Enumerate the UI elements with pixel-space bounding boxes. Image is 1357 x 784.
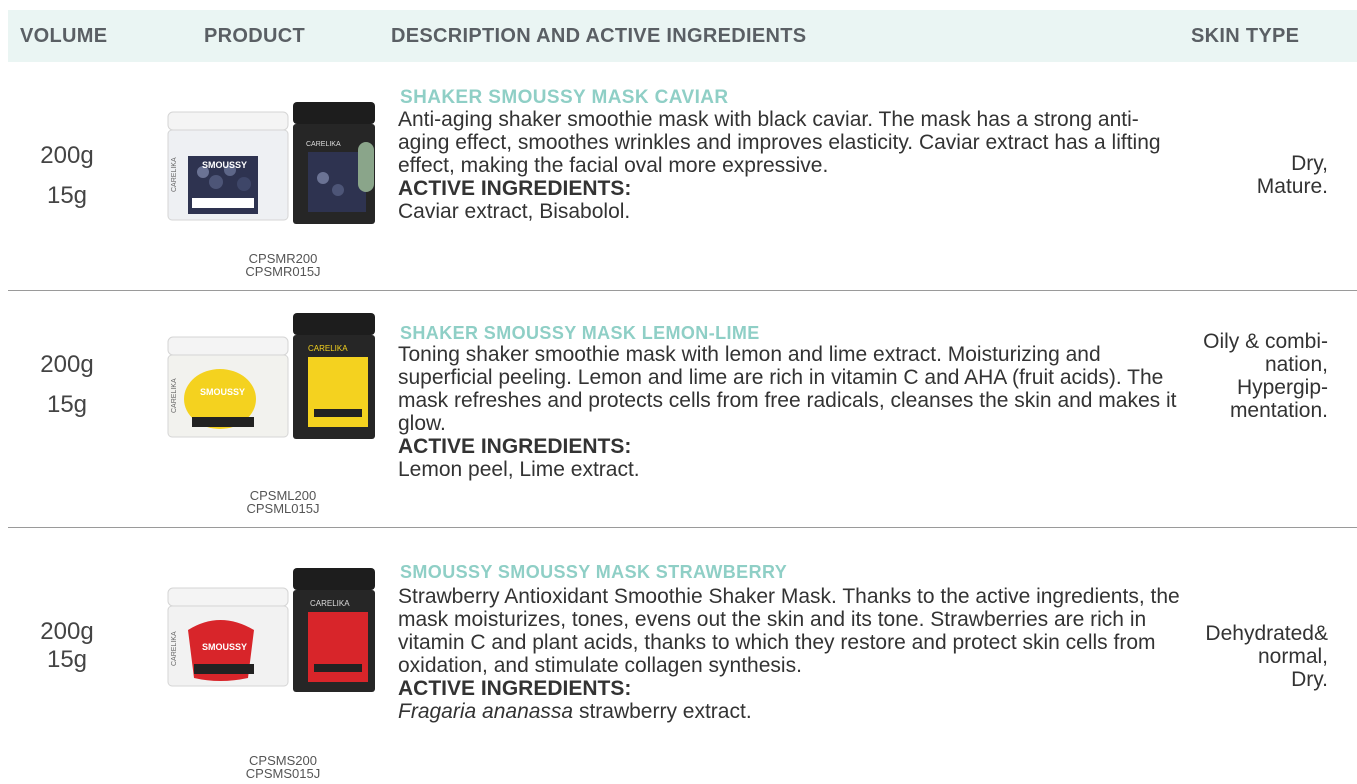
skin-type-line: normal, xyxy=(1257,645,1328,668)
product-description: Toning shaker smoothie mask with lemon a… xyxy=(398,343,1188,481)
skin-type-line: Dry. xyxy=(1291,668,1328,691)
active-ingredients-label: ACTIVE INGREDIENTS: xyxy=(398,677,632,700)
jar-brand-small-text: CARELIKA xyxy=(306,141,341,148)
product-row-caviar: 200g 15g CARELIKA SMOUSSY CARELIKA CPSMR… xyxy=(8,62,1357,290)
product-image-strawberry: CARELIKA SMOUSSY CARELIKA xyxy=(158,566,408,696)
product-description: Anti-aging shaker smoothie mask with bla… xyxy=(398,108,1188,223)
active-ingredients-label: ACTIVE INGREDIENTS: xyxy=(398,435,632,458)
header-description: DESCRIPTION AND ACTIVE INGREDIENTS xyxy=(391,25,807,47)
skin-type-cell: Dehydrated& normal, Dry. xyxy=(1138,622,1328,691)
skin-type-line: mentation. xyxy=(1229,399,1328,422)
product-title: SMOUSSY SMOUSSY MASK STRAWBERRY xyxy=(400,562,788,582)
product-code-015: CPSMS015J xyxy=(245,766,321,781)
active-ingredients-text: Lemon peel, Lime extract. xyxy=(398,458,640,481)
skin-type-cell: Dry, Mature. xyxy=(1138,152,1328,198)
volume-large: 200g xyxy=(40,351,94,378)
product-image-lemon-lime: CARELIKA SMOUSSY CARELIKA xyxy=(158,313,408,443)
skin-type-line: Dehydrated& xyxy=(1205,622,1328,645)
header-product: PRODUCT xyxy=(204,25,305,47)
active-ingredient-rest: strawberry extract. xyxy=(573,700,752,723)
description-text: Strawberry Antioxidant Smoothie Shaker M… xyxy=(398,585,1180,677)
description-text: Toning shaker smoothie mask with lemon a… xyxy=(398,343,1177,435)
product-codes: CPSMS200 CPSMS015J xyxy=(183,754,383,780)
product-row-lemon-lime: 200g 15g CARELIKA SMOUSSY CARELIKA CPSML… xyxy=(8,291,1357,527)
jar-brand-text: CARELIKA xyxy=(171,631,178,666)
jar-name-text: SMOUSSY xyxy=(202,160,247,170)
active-ingredients-text: Caviar extract, Bisabolol. xyxy=(398,200,631,223)
product-row-strawberry: 200g 15g CARELIKA SMOUSSY CARELIKA CPSMS… xyxy=(8,528,1357,784)
product-title: SHAKER SMOUSSY MASK LEMON-LIME xyxy=(400,323,760,343)
active-ingredients-label: ACTIVE INGREDIENTS: xyxy=(398,177,632,200)
table-header: VOLUME PRODUCT DESCRIPTION AND ACTIVE IN… xyxy=(8,10,1357,62)
volume-cell: 200g 15g xyxy=(8,345,126,425)
jar-brand-small-text: CARELIKA xyxy=(308,344,348,353)
product-code-015: CPSMR015J xyxy=(245,264,321,279)
volume-small: 15g xyxy=(46,182,88,209)
active-ingredient-latin: Fragaria ananassa xyxy=(398,700,574,723)
volume-cell: 200g 15g xyxy=(8,618,126,674)
active-ingredients-text: Fragaria ananassa strawberry extract. xyxy=(398,700,1188,723)
description-text: Anti-aging shaker smoothie mask with bla… xyxy=(398,108,1161,177)
jar-brand-small-text: CARELIKA xyxy=(310,599,350,608)
skin-type-line: Mature. xyxy=(1256,175,1328,198)
skin-type-line: Dry, xyxy=(1291,152,1328,175)
volume-small: 15g xyxy=(46,391,88,418)
jar-brand-text: CARELIKA xyxy=(171,378,178,413)
product-codes: CPSML200 CPSML015J xyxy=(183,489,383,515)
volume-small: 15g xyxy=(46,646,88,673)
product-title: SHAKER SMOUSSY MASK CAVIAR xyxy=(400,87,729,108)
skin-type-line: nation, xyxy=(1264,353,1328,376)
header-skin-type: SKIN TYPE xyxy=(1191,25,1300,47)
product-description: Strawberry Antioxidant Smoothie Shaker M… xyxy=(398,585,1188,723)
skin-type-line: Oily & combi- xyxy=(1203,330,1328,353)
product-code-015: CPSML015J xyxy=(246,501,320,516)
skin-type-cell: Oily & combi- nation, Hypergip- mentatio… xyxy=(1138,330,1328,422)
jar-brand-text: CARELIKA xyxy=(171,157,178,192)
volume-large: 200g xyxy=(40,618,94,645)
jar-name-text: SMOUSSY xyxy=(202,642,247,652)
header-volume: VOLUME xyxy=(20,25,108,47)
skin-type-line: Hypergip- xyxy=(1236,376,1328,399)
jar-name-text: SMOUSSY xyxy=(200,387,245,397)
volume-large: 200g xyxy=(40,142,94,169)
product-codes: CPSMR200 CPSMR015J xyxy=(183,252,383,278)
product-image-caviar: CARELIKA SMOUSSY CARELIKA xyxy=(158,102,408,232)
volume-cell: 200g 15g xyxy=(8,136,126,216)
